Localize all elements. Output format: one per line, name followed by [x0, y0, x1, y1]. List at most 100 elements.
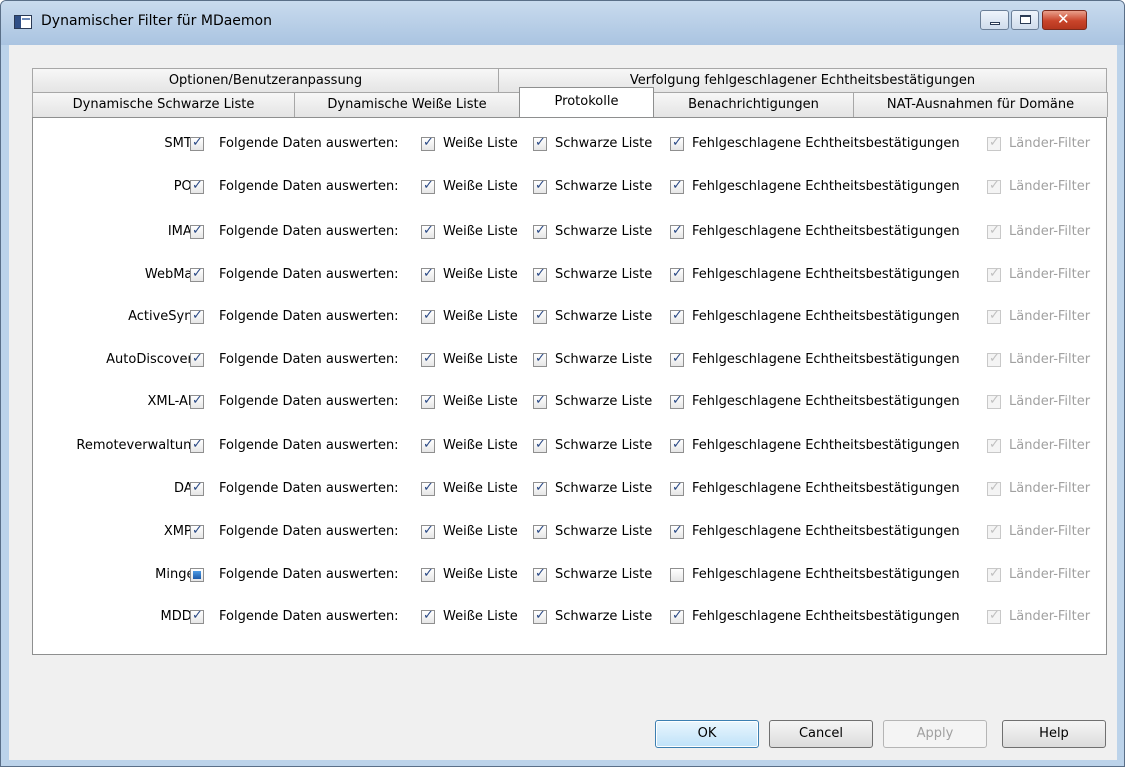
whitelist-label: Weiße Liste	[443, 267, 518, 282]
whitelist-label: Weiße Liste	[443, 524, 518, 539]
tab-nat-ausnahmen[interactable]: NAT-Ausnahmen für Domäne	[853, 92, 1108, 117]
failed-auth-label: Fehlgeschlagene Echtheitsbestätigungen	[692, 609, 960, 624]
protocol-enable-checkbox[interactable]	[190, 437, 204, 453]
tab-protokolle[interactable]: Protokolle	[519, 87, 654, 117]
evaluate-label: Folgende Daten auswerten:	[219, 609, 399, 624]
protocol-enable-checkbox[interactable]	[190, 266, 204, 282]
whitelist-checkbox[interactable]	[421, 437, 435, 453]
minimize-icon	[990, 22, 1000, 25]
country-checkbox	[987, 178, 1001, 194]
title-bar[interactable]: Dynamischer Filter für MDaemon ✕	[1, 1, 1124, 45]
protocol-enable-checkbox[interactable]	[190, 308, 204, 324]
protocol-row: WebMail:Folgende Daten auswerten:Weiße L…	[33, 266, 1108, 284]
protocol-enable-checkbox[interactable]	[190, 608, 204, 624]
whitelist-checkbox[interactable]	[421, 523, 435, 539]
whitelist-checkbox[interactable]	[421, 178, 435, 194]
tab-benachrichtigungen[interactable]: Benachrichtigungen	[653, 92, 854, 117]
protocol-row: POP:Folgende Daten auswerten:Weiße Liste…	[33, 178, 1108, 196]
failed-auth-label: Fehlgeschlagene Echtheitsbestätigungen	[692, 481, 960, 496]
blacklist-label: Schwarze Liste	[555, 352, 653, 367]
whitelist-checkbox[interactable]	[421, 308, 435, 324]
whitelist-checkbox[interactable]	[421, 266, 435, 282]
failed-auth-checkbox[interactable]	[670, 523, 684, 539]
close-button[interactable]: ✕	[1042, 10, 1087, 30]
country-label: Länder-Filter	[1009, 224, 1091, 239]
country-checkbox	[987, 523, 1001, 539]
blacklist-label: Schwarze Liste	[555, 267, 653, 282]
blacklist-label: Schwarze Liste	[555, 524, 653, 539]
blacklist-checkbox[interactable]	[533, 608, 547, 624]
protocol-enable-checkbox[interactable]	[190, 393, 204, 409]
evaluate-label: Folgende Daten auswerten:	[219, 136, 399, 151]
country-checkbox	[987, 223, 1001, 239]
protocol-row: IMAP:Folgende Daten auswerten:Weiße List…	[33, 223, 1108, 241]
protocol-enable-checkbox[interactable]	[190, 178, 204, 194]
tab-dynamische-schwarze-liste[interactable]: Dynamische Schwarze Liste	[32, 92, 295, 117]
minimize-button[interactable]	[980, 10, 1009, 30]
app-icon	[14, 15, 32, 29]
failed-auth-checkbox[interactable]	[670, 608, 684, 624]
failed-auth-checkbox[interactable]	[670, 223, 684, 239]
cancel-button[interactable]: Cancel	[769, 720, 873, 748]
whitelist-label: Weiße Liste	[443, 309, 518, 324]
failed-auth-checkbox[interactable]	[670, 351, 684, 367]
whitelist-checkbox[interactable]	[421, 393, 435, 409]
apply-button[interactable]: Apply	[883, 720, 987, 748]
blacklist-checkbox[interactable]	[533, 437, 547, 453]
failed-auth-label: Fehlgeschlagene Echtheitsbestätigungen	[692, 352, 960, 367]
protocol-label: Remoteverwaltung:	[76, 438, 204, 453]
blacklist-checkbox[interactable]	[533, 223, 547, 239]
tab-optionen-benutzeranpassung[interactable]: Optionen/Benutzeranpassung	[32, 68, 499, 93]
blacklist-checkbox[interactable]	[533, 135, 547, 151]
failed-auth-checkbox[interactable]	[670, 568, 684, 582]
tab-dynamische-weisse-liste[interactable]: Dynamische Weiße Liste	[294, 92, 520, 117]
whitelist-label: Weiße Liste	[443, 136, 518, 151]
protocol-enable-checkbox[interactable]	[190, 480, 204, 496]
failed-auth-label: Fehlgeschlagene Echtheitsbestätigungen	[692, 179, 960, 194]
protocol-enable-checkbox[interactable]	[190, 135, 204, 151]
maximize-button[interactable]	[1011, 10, 1039, 30]
blacklist-label: Schwarze Liste	[555, 567, 653, 582]
protocol-enable-checkbox[interactable]	[190, 351, 204, 367]
whitelist-label: Weiße Liste	[443, 352, 518, 367]
blacklist-checkbox[interactable]	[533, 566, 547, 582]
failed-auth-checkbox[interactable]	[670, 178, 684, 194]
failed-auth-checkbox[interactable]	[670, 480, 684, 496]
blacklist-checkbox[interactable]	[533, 393, 547, 409]
blacklist-label: Schwarze Liste	[555, 609, 653, 624]
whitelist-checkbox[interactable]	[421, 351, 435, 367]
window-title: Dynamischer Filter für MDaemon	[41, 13, 272, 29]
whitelist-checkbox[interactable]	[421, 135, 435, 151]
failed-auth-checkbox[interactable]	[670, 308, 684, 324]
country-label: Länder-Filter	[1009, 438, 1091, 453]
evaluate-label: Folgende Daten auswerten:	[219, 524, 399, 539]
whitelist-checkbox[interactable]	[421, 566, 435, 582]
blacklist-checkbox[interactable]	[533, 308, 547, 324]
protocol-enable-checkbox[interactable]	[190, 223, 204, 239]
failed-auth-checkbox[interactable]	[670, 266, 684, 282]
tab-row-front: Dynamische Schwarze Liste Dynamische Wei…	[32, 87, 1108, 117]
failed-auth-checkbox[interactable]	[670, 135, 684, 151]
blacklist-label: Schwarze Liste	[555, 309, 653, 324]
whitelist-checkbox[interactable]	[421, 608, 435, 624]
country-label: Länder-Filter	[1009, 524, 1091, 539]
protocol-enable-checkbox[interactable]	[190, 568, 204, 582]
ok-button[interactable]: OK	[655, 720, 759, 748]
protocol-enable-checkbox[interactable]	[190, 523, 204, 539]
blacklist-checkbox[interactable]	[533, 351, 547, 367]
failed-auth-checkbox[interactable]	[670, 393, 684, 409]
evaluate-label: Folgende Daten auswerten:	[219, 481, 399, 496]
failed-auth-checkbox[interactable]	[670, 437, 684, 453]
blacklist-checkbox[interactable]	[533, 523, 547, 539]
whitelist-checkbox[interactable]	[421, 480, 435, 496]
country-label: Länder-Filter	[1009, 352, 1091, 367]
blacklist-checkbox[interactable]	[533, 480, 547, 496]
help-button[interactable]: Help	[1002, 720, 1106, 748]
blacklist-checkbox[interactable]	[533, 178, 547, 194]
country-checkbox	[987, 566, 1001, 582]
blacklist-label: Schwarze Liste	[555, 136, 653, 151]
blacklist-checkbox[interactable]	[533, 266, 547, 282]
blacklist-label: Schwarze Liste	[555, 179, 653, 194]
whitelist-checkbox[interactable]	[421, 223, 435, 239]
protocols-panel: SMTP:Folgende Daten auswerten:Weiße List…	[32, 117, 1107, 655]
